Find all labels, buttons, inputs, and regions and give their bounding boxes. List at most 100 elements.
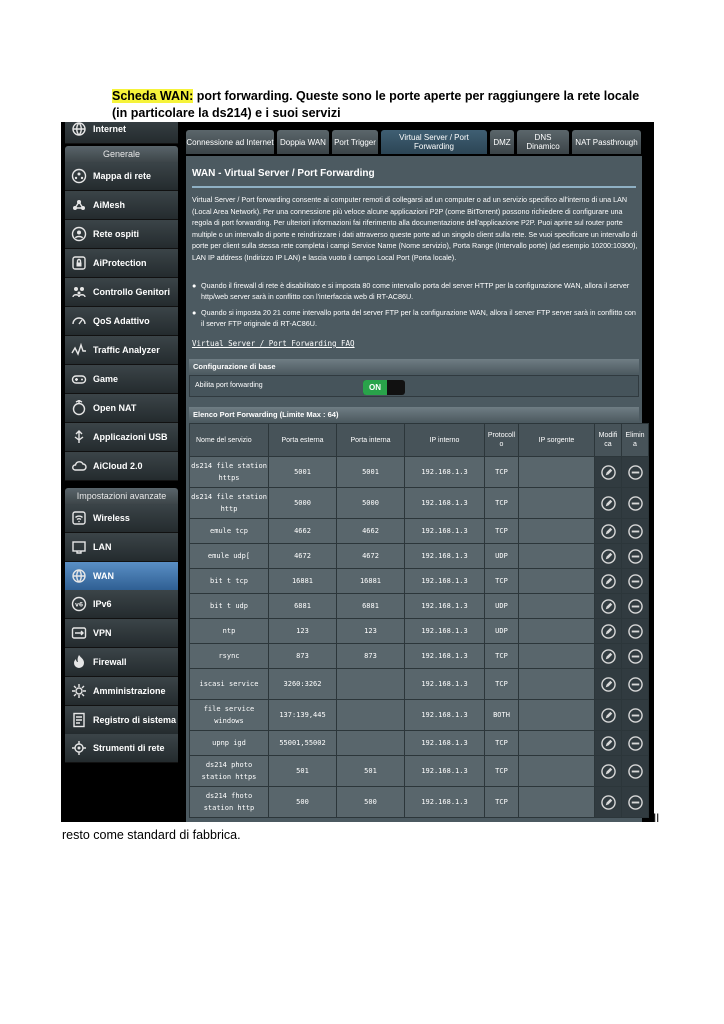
cell-name: ds214 photo station https: [189, 755, 269, 787]
sidebar-item-applicazioni-usb[interactable]: Applicazioni USB: [65, 423, 178, 452]
delete-icon[interactable]: [627, 464, 643, 480]
sidebar-item-internet[interactable]: Internet: [65, 122, 178, 144]
edit-cell: [594, 699, 622, 731]
edit-icon[interactable]: [600, 707, 616, 723]
column-header-ip-interno: IP interno: [404, 423, 485, 457]
delete-icon[interactable]: [627, 763, 643, 779]
sidebar-item-label: Strumenti di rete: [93, 743, 165, 754]
edit-icon[interactable]: [600, 735, 616, 751]
svg-text:v6: v6: [75, 602, 83, 609]
cell-src: [518, 456, 595, 488]
cell-ip: 192.168.1.3: [404, 699, 485, 731]
sidebar-item-label: Wireless: [93, 513, 130, 523]
sidebar-item-lan[interactable]: LAN: [65, 532, 178, 562]
cell-name: file service windows: [189, 699, 269, 731]
delete-cell: [621, 593, 649, 619]
delete-icon[interactable]: [627, 735, 643, 751]
port-forwarding-toggle[interactable]: ON: [363, 380, 405, 395]
edit-icon[interactable]: [600, 495, 616, 511]
delete-icon[interactable]: [627, 495, 643, 511]
delete-icon[interactable]: [627, 676, 643, 692]
family-icon: [70, 283, 88, 301]
tab-virtual-server-port-forwarding[interactable]: Virtual Server / Port Forwarding: [381, 130, 487, 154]
sidebar-item-rete-ospiti[interactable]: Rete ospiti: [65, 220, 178, 249]
cell-proto: TCP: [484, 487, 519, 519]
tab-dmz[interactable]: DMZ: [490, 130, 514, 154]
cell-ext: 5001: [268, 456, 337, 488]
cell-proto: BOTH: [484, 699, 519, 731]
tab-port-trigger[interactable]: Port Trigger: [332, 130, 378, 154]
mesh-icon: [70, 196, 88, 214]
cell-proto: UDP: [484, 593, 519, 619]
sidebar-item-ipv6[interactable]: v6 IPv6: [65, 590, 178, 620]
cell-ip: 192.168.1.3: [404, 456, 485, 488]
edit-icon[interactable]: [600, 598, 616, 614]
cell-int: 123: [336, 618, 405, 644]
lan-icon: [70, 538, 88, 556]
faq-link[interactable]: Virtual Server / Port Forwarding FAQ: [192, 339, 355, 348]
cell-src: [518, 543, 595, 569]
sidebar-item-registro-di-sistema[interactable]: Registro di sistema: [65, 705, 178, 735]
edit-icon[interactable]: [600, 548, 616, 564]
sidebar-item-traffic-analyzer[interactable]: Traffic Analyzer: [65, 336, 178, 365]
cell-proto: TCP: [484, 668, 519, 700]
edit-icon[interactable]: [600, 676, 616, 692]
table-row: ds214 photo station https 501 501 192.168.1…: [189, 755, 649, 787]
delete-icon[interactable]: [627, 548, 643, 564]
delete-icon[interactable]: [627, 573, 643, 589]
edit-icon[interactable]: [600, 523, 616, 539]
tab-doppia-wan[interactable]: Doppia WAN: [277, 130, 329, 154]
cell-src: [518, 755, 595, 787]
sidebar-item-amministrazione[interactable]: Amministrazione: [65, 676, 178, 706]
sidebar-item-aimesh[interactable]: AiMesh: [65, 191, 178, 220]
sidebar-item-mappa-di-rete[interactable]: Mappa di rete: [65, 162, 178, 191]
tab-connessione-ad-internet[interactable]: Connessione ad Internet: [186, 130, 274, 154]
delete-icon[interactable]: [627, 648, 643, 664]
delete-icon[interactable]: [627, 794, 643, 810]
cell-int: 4672: [336, 543, 405, 569]
delete-icon[interactable]: [627, 523, 643, 539]
edit-icon[interactable]: [600, 648, 616, 664]
edit-icon[interactable]: [600, 573, 616, 589]
gamepad-icon: [70, 370, 88, 388]
sidebar-item-strumenti-di-rete[interactable]: Strumenti di rete: [65, 734, 178, 764]
sidebar-item-label: WAN: [93, 570, 114, 581]
delete-icon[interactable]: [627, 623, 643, 639]
sidebar-item-wireless[interactable]: Wireless: [65, 504, 178, 533]
delete-cell: [621, 518, 649, 544]
sidebar-item-qos-adattivo[interactable]: QoS Adattivo: [65, 307, 178, 336]
cell-proto: UDP: [484, 618, 519, 644]
table-row: ds214 file station http 5000 5000 192.168.1…: [189, 487, 649, 519]
sidebar-item-open-nat[interactable]: Open NAT: [65, 394, 178, 423]
edit-icon[interactable]: [600, 464, 616, 480]
delete-icon[interactable]: [627, 598, 643, 614]
edit-icon[interactable]: [600, 763, 616, 779]
delete-cell: [621, 456, 649, 488]
basic-config-header: Configurazione di base: [189, 359, 639, 374]
sidebar-item-game[interactable]: Game: [65, 365, 178, 394]
edit-icon[interactable]: [600, 623, 616, 639]
sidebar-item-controllo-genitori[interactable]: Controllo Genitori: [65, 278, 178, 307]
column-header-protocoll-o: Protocoll o: [484, 423, 519, 457]
tab-nat-passthrough[interactable]: NAT Passthrough: [572, 130, 641, 154]
sidebar-item-firewall[interactable]: Firewall: [65, 648, 178, 677]
guest-network-icon: [70, 225, 88, 243]
page-title: WAN - Virtual Server / Port Forwarding: [192, 168, 375, 179]
edit-cell: [594, 568, 622, 594]
sidebar-item-aiprotection[interactable]: AiProtection: [65, 249, 178, 278]
edit-cell: [594, 643, 622, 669]
cell-int: [336, 668, 405, 700]
edit-icon[interactable]: [600, 794, 616, 810]
cell-ext: 3260:3262: [268, 668, 337, 700]
edit-cell: [594, 593, 622, 619]
sidebar-item-vpn[interactable]: VPN: [65, 619, 178, 649]
cell-ip: 192.168.1.3: [404, 568, 485, 594]
edit-cell: [594, 543, 622, 569]
delete-icon[interactable]: [627, 707, 643, 723]
bullet-dot: ●: [192, 281, 197, 290]
tab-dns-dinamico[interactable]: DNS Dinamico: [517, 130, 569, 154]
sidebar-item-label: AiMesh: [93, 200, 126, 210]
ipv6-icon: v6: [70, 595, 88, 613]
sidebar-item-wan[interactable]: WAN: [65, 561, 178, 591]
sidebar-item-aicloud-2-0[interactable]: AiCloud 2.0: [65, 452, 178, 481]
